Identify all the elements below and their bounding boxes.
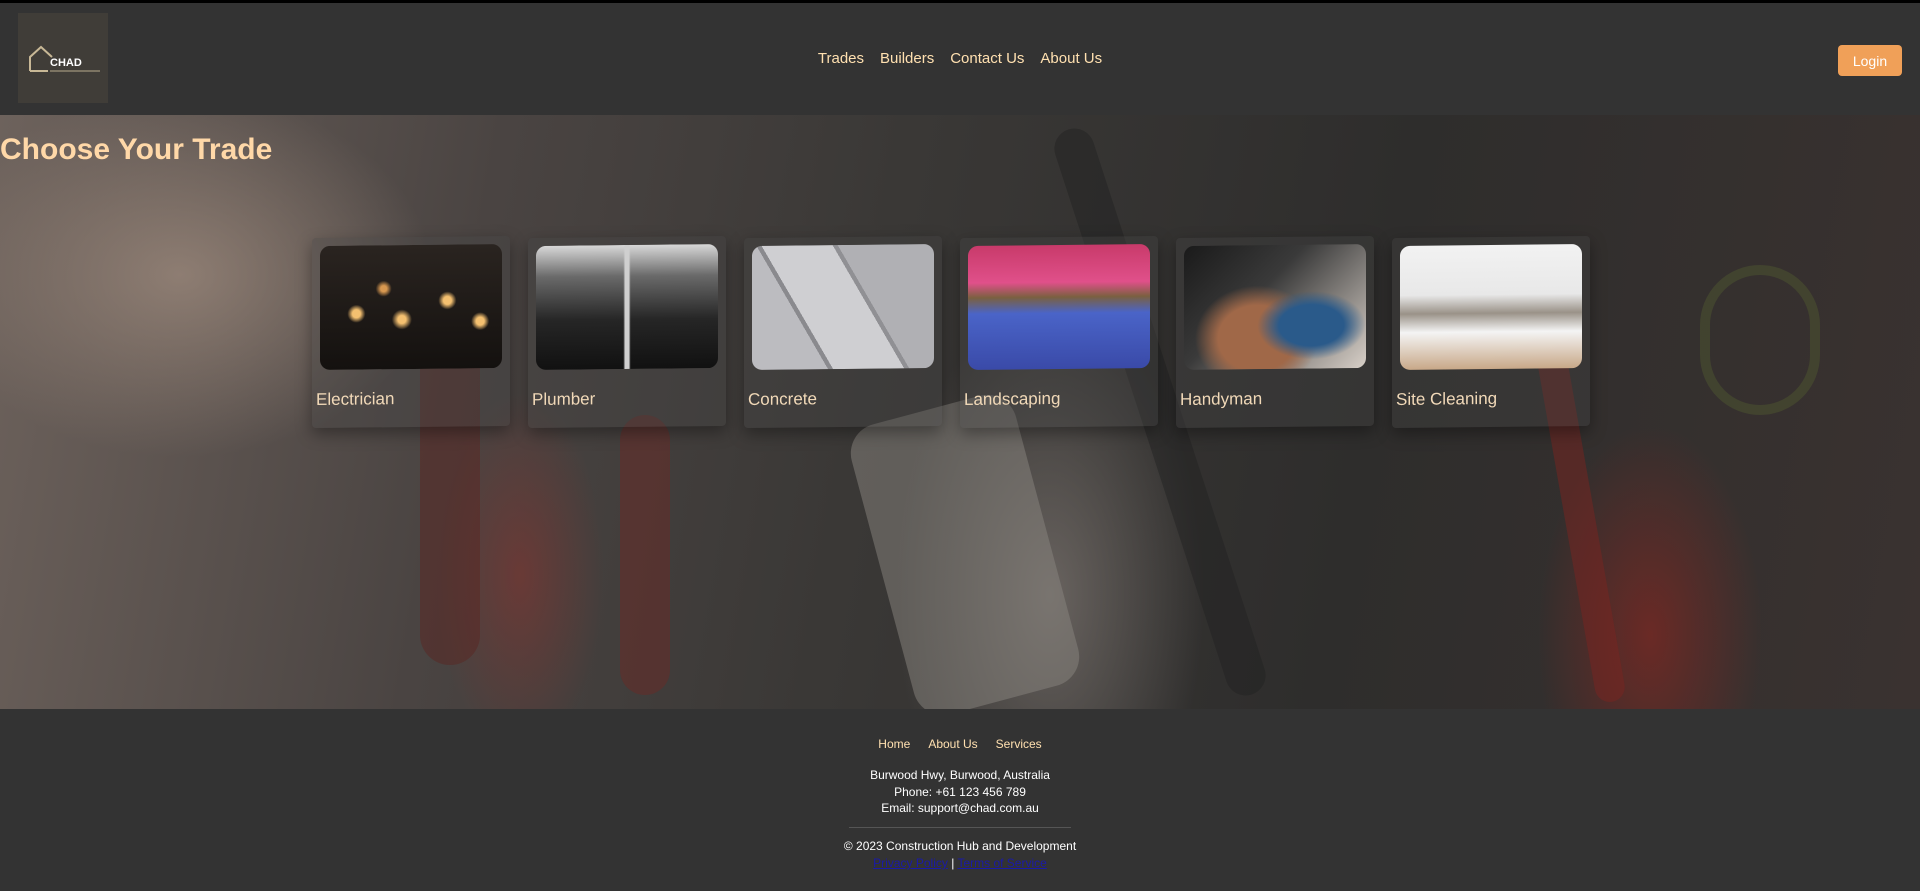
trade-label: Handyman xyxy=(1180,389,1263,409)
legal-separator: | xyxy=(951,856,955,870)
trade-card-site-cleaning[interactable]: Site Cleaning xyxy=(1392,235,1590,429)
login-button[interactable]: Login xyxy=(1838,45,1902,76)
site-header: CHAD Trades Builders Contact Us About Us… xyxy=(0,3,1920,115)
hero-section: Choose Your Trade Electrician Plumber Co… xyxy=(0,115,1920,709)
footer-link-services[interactable]: Services xyxy=(996,737,1042,751)
trade-label: Concrete xyxy=(748,389,817,409)
electrician-photo xyxy=(320,244,502,370)
concrete-photo xyxy=(752,244,934,370)
trade-label: Site Cleaning xyxy=(1396,388,1498,409)
handyman-photo xyxy=(1184,244,1366,370)
address: Burwood Hwy, Burwood, Australia xyxy=(870,768,1050,782)
nav-builders[interactable]: Builders xyxy=(880,50,934,67)
trade-card-electrician[interactable]: Electrician xyxy=(312,235,510,429)
trade-card-landscaping[interactable]: Landscaping xyxy=(960,235,1158,429)
nav-contact-us[interactable]: Contact Us xyxy=(950,50,1024,67)
nav-about-us[interactable]: About Us xyxy=(1040,50,1102,67)
trade-card-plumber[interactable]: Plumber xyxy=(528,235,726,429)
contact-info: Burwood Hwy, Burwood, Australia Phone: +… xyxy=(0,767,1920,817)
nav-trades[interactable]: Trades xyxy=(818,50,864,67)
footer-link-home[interactable]: Home xyxy=(878,737,910,751)
trade-cards: Electrician Plumber Concrete Landscaping… xyxy=(312,235,1590,429)
trade-label: Landscaping xyxy=(964,388,1061,409)
plumber-photo xyxy=(536,244,718,370)
logo-tagline xyxy=(50,70,100,72)
bg-tool-shape xyxy=(620,415,670,695)
trade-label: Plumber xyxy=(532,389,596,409)
phone: Phone: +61 123 456 789 xyxy=(894,784,1026,799)
footer-link-about-us[interactable]: About Us xyxy=(928,737,977,751)
email: Email: support@chad.com.au xyxy=(881,801,1039,815)
landscaping-photo xyxy=(968,244,1150,370)
footer-nav: Home About Us Services xyxy=(0,737,1920,751)
legal-links: Privacy Policy | Terms of Service xyxy=(0,856,1920,870)
page-title: Choose Your Trade xyxy=(0,133,273,166)
copyright: © 2023 Construction Hub and Development xyxy=(843,839,1077,853)
footer-divider xyxy=(849,827,1071,828)
site-cleaning-photo xyxy=(1400,244,1582,370)
trade-label: Electrician xyxy=(316,389,395,409)
trade-card-concrete[interactable]: Concrete xyxy=(744,235,942,429)
terms-of-service-link[interactable]: Terms of Service xyxy=(957,856,1046,870)
privacy-policy-link[interactable]: Privacy Policy xyxy=(873,856,948,870)
trade-card-handyman[interactable]: Handyman xyxy=(1176,235,1374,429)
bg-tool-shape xyxy=(844,388,1086,709)
main-nav: Trades Builders Contact Us About Us xyxy=(0,50,1920,67)
site-footer: Home About Us Services Burwood Hwy, Burw… xyxy=(0,709,1920,891)
bg-tool-shape xyxy=(1700,265,1820,415)
